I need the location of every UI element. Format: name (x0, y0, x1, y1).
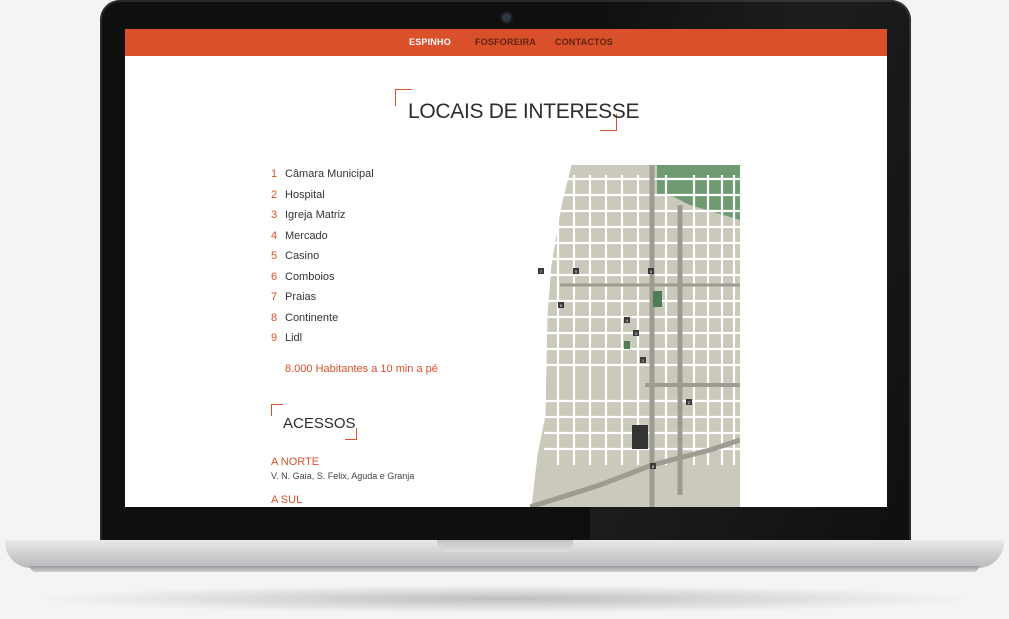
place-number: 8 (271, 311, 278, 324)
place-name: Praias (285, 291, 317, 303)
park-square (653, 291, 662, 307)
places-list: 1 Câmara Municipal 2 Hospital 3 Igreja Matr… (271, 168, 374, 353)
population-stat: 8.000 Habitantes a 10 min a pé (285, 363, 438, 375)
place-name: Câmara Municipal (285, 168, 374, 180)
laptop-opening-notch (437, 540, 573, 552)
place-number: 1 (271, 168, 278, 180)
acessos-title: ACESSOS (283, 415, 356, 432)
list-item: 4 Mercado (271, 230, 374, 251)
place-name: Casino (285, 250, 320, 262)
place-name: Continente (285, 311, 339, 324)
page-title-frame: LOCAIS DE INTERESSE (395, 89, 640, 131)
place-number: 6 (271, 270, 278, 283)
nav-item-espinho[interactable]: ESPINHO (409, 37, 451, 47)
street-map[interactable]: 123456789 (528, 164, 741, 507)
page-title: LOCAIS DE INTERESSE (408, 100, 640, 123)
place-number: 5 (271, 250, 278, 262)
place-number: 7 (271, 291, 278, 303)
place-name: Lidl (285, 332, 303, 344)
place-number: 2 (271, 188, 278, 201)
place-number: 3 (271, 209, 278, 221)
place-number: 9 (271, 332, 278, 344)
list-item: 1 Câmara Municipal (271, 168, 374, 189)
camera-icon (502, 13, 511, 22)
place-name: Mercado (285, 229, 328, 242)
acessos-title-frame: ACESSOS (271, 404, 357, 440)
station-building (632, 425, 648, 449)
place-name: Hospital (285, 188, 325, 201)
list-item: 3 Igreja Matriz (271, 209, 374, 230)
list-item: 8 Continente (271, 312, 374, 333)
street-map-graphic: 123456789 (528, 164, 741, 507)
list-item: 5 Casino (271, 250, 374, 271)
place-name: Igreja Matriz (285, 209, 346, 221)
list-item: 9 Lidl (271, 332, 374, 353)
laptop-shadow (30, 585, 979, 613)
corner-bracket-icon (271, 404, 283, 416)
park-square (624, 341, 630, 349)
top-navigation: ESPINHO FOSFOREIRA CONTACTOS (125, 29, 887, 56)
access-north-title: A NORTE (271, 456, 320, 468)
list-item: 2 Hospital (271, 189, 374, 210)
access-south-title: A SUL (271, 494, 303, 506)
nav-item-contactos[interactable]: CONTACTOS (555, 37, 613, 47)
laptop-base-edge (30, 566, 979, 572)
nav-item-fosforeira[interactable]: FOSFOREIRA (475, 37, 536, 47)
place-number: 4 (271, 229, 278, 242)
place-name: Comboios (285, 270, 335, 283)
list-item: 7 Praias (271, 291, 374, 312)
access-north-desc: V. N. Gaia, S. Felix, Aguda e Granja (271, 471, 415, 481)
laptop-screen: ESPINHO FOSFOREIRA CONTACTOS LOCAIS DE I… (125, 29, 887, 507)
list-item: 6 Comboios (271, 271, 374, 292)
